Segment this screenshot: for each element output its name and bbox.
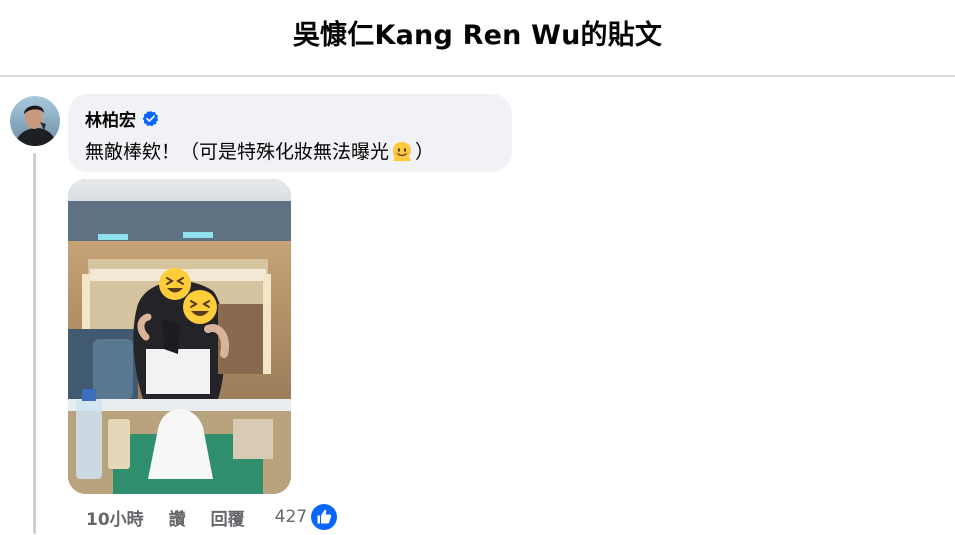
- page-title: 吳慷仁Kang Ren Wu的貼文: [292, 20, 663, 51]
- like-thumb-icon[interactable]: [310, 503, 338, 531]
- grinning-squinting-emoji-1: [159, 268, 191, 300]
- like-button[interactable]: 讚: [169, 505, 186, 530]
- grinning-squinting-emoji-2: [183, 290, 217, 324]
- comment-photo[interactable]: [68, 179, 291, 494]
- author-name[interactable]: 林柏宏: [85, 106, 136, 131]
- melting-face-icon: [390, 139, 414, 163]
- comment-timestamp[interactable]: 10小時: [86, 505, 144, 530]
- thread-line: [33, 153, 36, 534]
- author-row: 林柏宏: [85, 106, 495, 131]
- comment-text-main: 無敵棒欸！（可是特殊化妝無法曝光: [85, 141, 390, 163]
- reaction-count[interactable]: 427: [275, 507, 307, 527]
- comment-bubble: 林柏宏 無敵棒欸！（可是特殊化妝無法曝光 ）: [68, 94, 512, 172]
- dressing-room-selfie-image: [68, 179, 291, 494]
- avatar-image: [10, 96, 60, 146]
- comment-text: 無敵棒欸！（可是特殊化妝無法曝光 ）: [85, 137, 495, 164]
- post-header: 吳慷仁Kang Ren Wu的貼文: [0, 0, 955, 77]
- comment-text-end: ）: [415, 141, 435, 163]
- comment-actions: 10小時 讚 回覆 427: [86, 503, 338, 531]
- avatar[interactable]: [10, 96, 60, 146]
- reply-button[interactable]: 回覆: [211, 505, 245, 530]
- verified-badge-icon: [142, 110, 159, 127]
